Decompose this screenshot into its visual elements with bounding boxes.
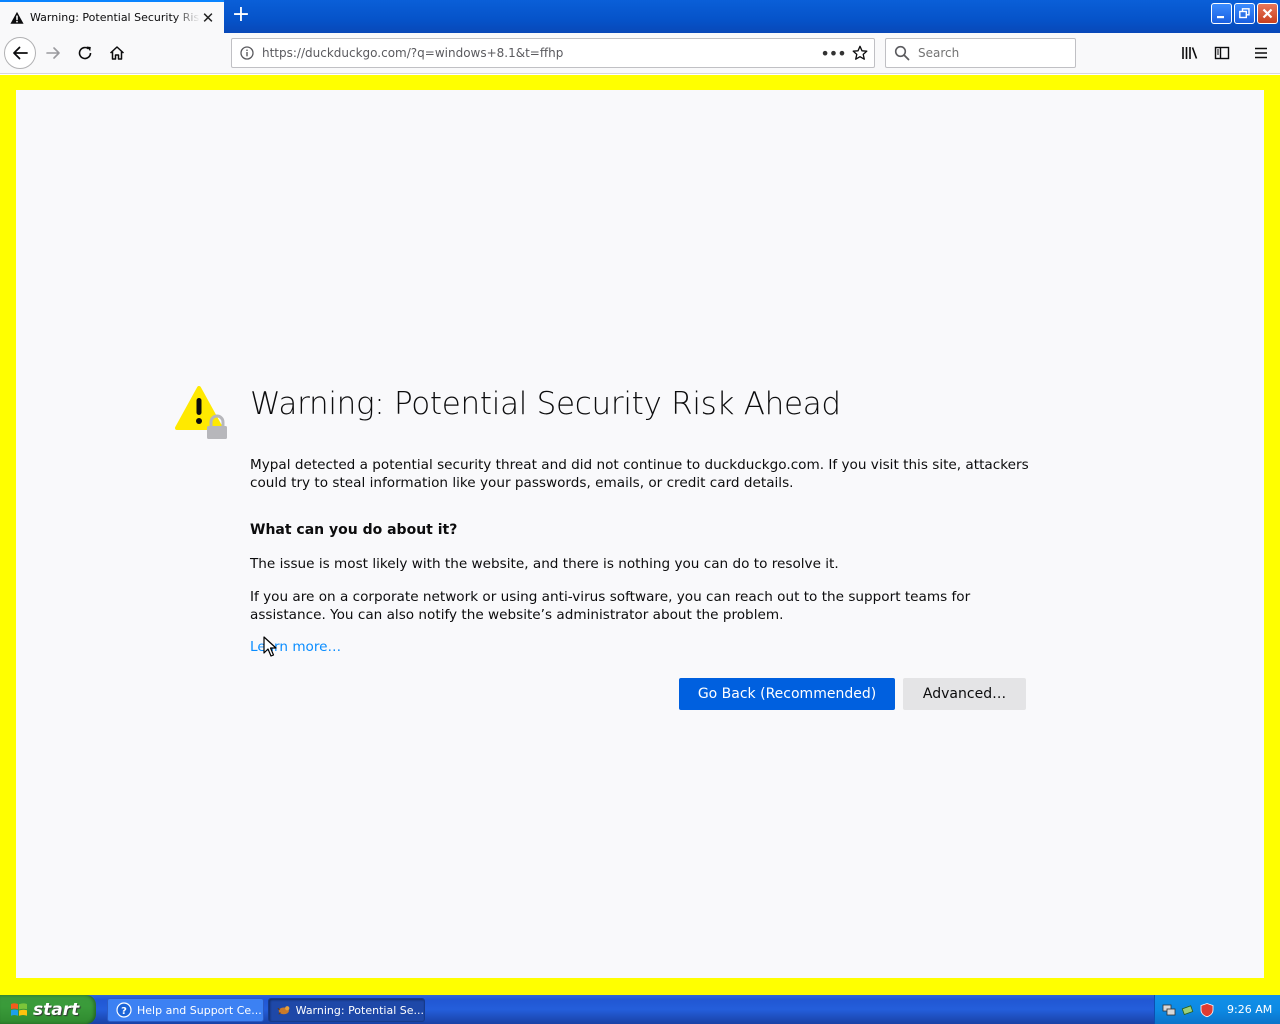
info-icon (240, 46, 254, 60)
url-text[interactable]: https://duckduckgo.com/?q=windows+8.1&t=… (262, 46, 820, 60)
home-button[interactable] (101, 37, 133, 69)
back-arrow-icon (13, 46, 28, 60)
clock: 9:26 AM (1227, 1003, 1273, 1016)
search-bar[interactable] (885, 38, 1076, 68)
forward-arrow-icon (46, 47, 60, 59)
reload-button[interactable] (69, 37, 101, 69)
bookmark-star-button[interactable] (846, 45, 874, 61)
menu-button[interactable] (1245, 37, 1277, 69)
search-icon (894, 45, 910, 61)
advanced-button[interactable]: Advanced… (903, 678, 1026, 710)
page-title: Warning: Potential Security Risk Ahead (250, 386, 841, 422)
taskbar: start ? Help and Support Ce... Warning: … (0, 995, 1280, 1024)
reload-icon (78, 46, 92, 60)
system-tray: 9:26 AM (1154, 995, 1280, 1024)
error-page (16, 90, 1264, 978)
sidebar-icon (1214, 46, 1230, 60)
content-area (0, 75, 1280, 995)
taskbar-item-help-and-support[interactable]: ? Help and Support Ce... (107, 998, 264, 1022)
mouse-cursor-icon (263, 636, 277, 657)
network-icon[interactable] (1161, 1002, 1177, 1018)
page-actions-icon[interactable]: ••• (820, 44, 846, 63)
library-button[interactable] (1174, 37, 1206, 69)
close-window-button[interactable] (1257, 3, 1278, 24)
new-tab-icon[interactable]: + (228, 4, 254, 28)
taskbar-item-browser[interactable]: Warning: Potential Se... (268, 998, 425, 1022)
taskbar-item-label: Warning: Potential Se... (295, 1003, 424, 1017)
search-input[interactable] (918, 46, 1068, 60)
safely-remove-icon[interactable] (1180, 1002, 1196, 1018)
close-tab-icon[interactable]: ✕ (200, 9, 216, 27)
warning-lock-icon (175, 386, 227, 439)
taskbar-item-label: Help and Support Ce... (137, 1003, 262, 1017)
sidebar-button[interactable] (1206, 37, 1238, 69)
close-icon (1262, 8, 1273, 19)
restore-window-button[interactable] (1234, 3, 1255, 24)
help-icon: ? (116, 1002, 132, 1018)
windows-logo-icon (11, 1002, 27, 1016)
warning-icon (10, 11, 24, 24)
minimize-window-button[interactable] (1211, 3, 1232, 24)
description-text: Mypal detected a potential security thre… (250, 457, 1029, 491)
corporate-network-text: If you are on a corporate network or usi… (250, 589, 971, 623)
forward-button[interactable] (37, 37, 69, 69)
go-back-button[interactable]: Go Back (Recommended) (679, 678, 895, 710)
title-bar: Warning: Potential Security Risk Ahead ✕… (0, 0, 1280, 33)
tab-title: Warning: Potential Security Risk Ahead (30, 11, 200, 24)
tab-active[interactable]: Warning: Potential Security Risk Ahead ✕ (0, 0, 224, 33)
library-icon (1182, 47, 1198, 59)
star-icon (852, 45, 868, 60)
url-bar[interactable]: https://duckduckgo.com/?q=windows+8.1&t=… (231, 38, 875, 68)
restore-icon (1239, 8, 1250, 19)
site-info-button[interactable] (232, 46, 262, 60)
svg-text:?: ? (121, 1006, 127, 1017)
what-can-you-do-heading: What can you do about it? (250, 522, 458, 538)
minimize-icon (1217, 16, 1224, 19)
mypal-icon (277, 1006, 290, 1015)
back-button[interactable] (4, 37, 36, 69)
start-label: start (33, 999, 80, 1020)
home-icon (109, 46, 125, 60)
security-shield-icon[interactable] (1199, 1002, 1215, 1018)
start-button[interactable]: start (0, 995, 96, 1024)
issue-text: The issue is most likely with the websit… (250, 556, 839, 572)
navigation-bar: https://duckduckgo.com/?q=windows+8.1&t=… (0, 33, 1280, 74)
hamburger-menu-icon (1255, 47, 1267, 59)
